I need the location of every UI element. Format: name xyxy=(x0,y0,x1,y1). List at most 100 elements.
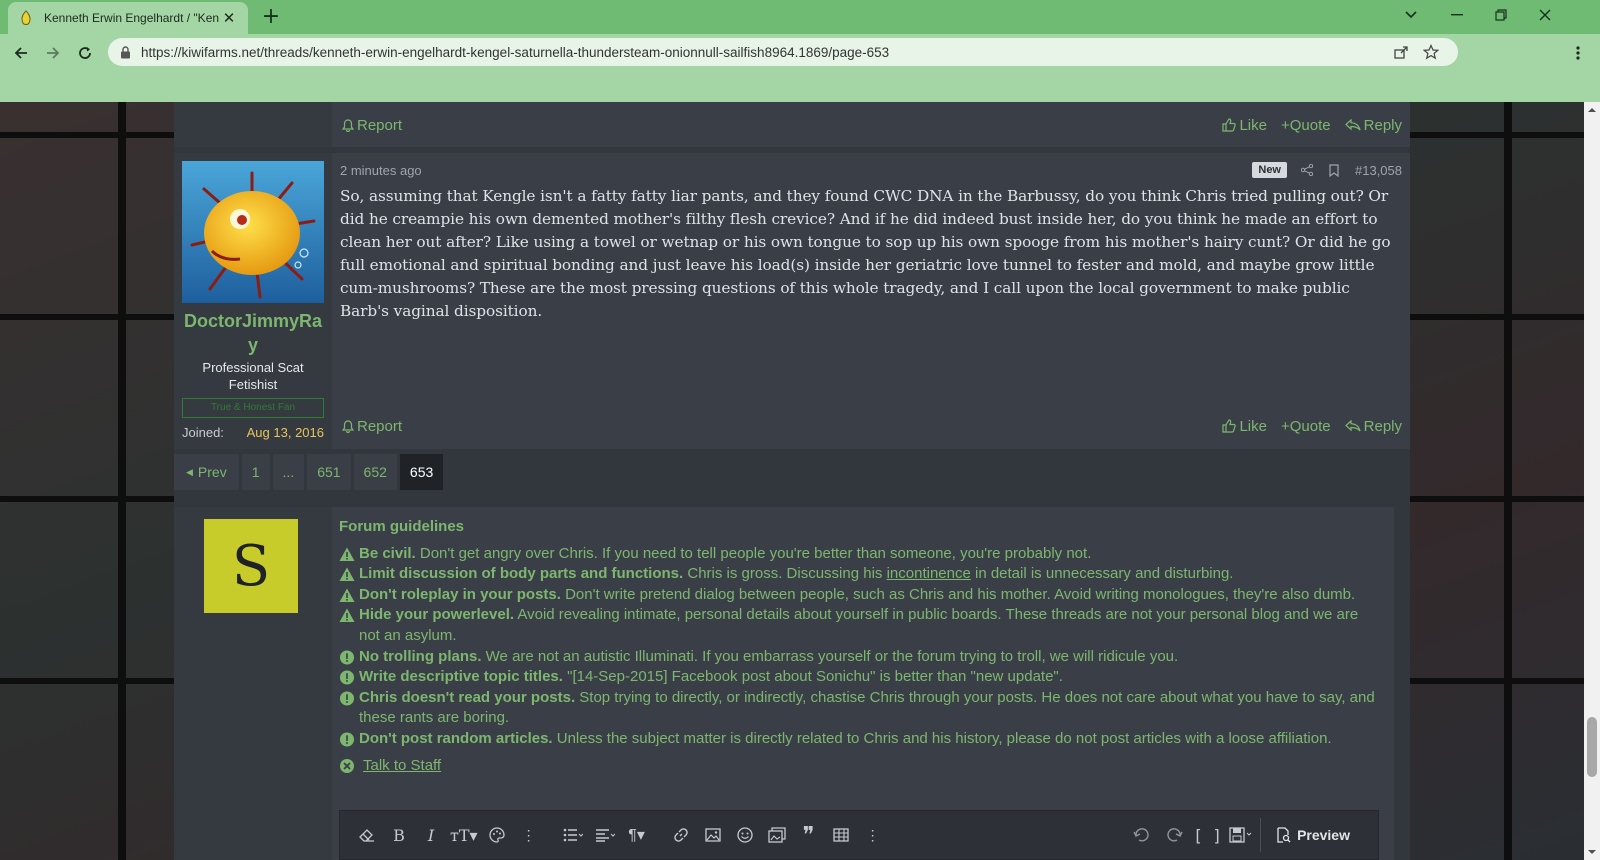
tab-search-icon[interactable] xyxy=(1388,0,1434,30)
rule-text: Unless the subject matter is directly re… xyxy=(552,729,1332,747)
address-bar[interactable]: https://kiwifarms.net/threads/kenneth-er… xyxy=(108,38,1458,66)
page-ellipsis[interactable]: ... xyxy=(272,454,305,490)
info-icon xyxy=(339,650,355,665)
bell-icon xyxy=(342,419,354,433)
browser-tab[interactable]: Kenneth Erwin Engelhardt / "Ken ✕ xyxy=(8,2,248,34)
link-icon[interactable] xyxy=(668,820,694,850)
joined-date: Aug 13, 2016 xyxy=(246,425,324,440)
previous-post-body: Report Like + Quote Reply xyxy=(332,102,1410,147)
palette-icon[interactable] xyxy=(484,820,510,850)
scroll-thumb[interactable] xyxy=(1587,717,1597,777)
caret-left-icon: ◀ xyxy=(186,466,193,477)
joined-label: Joined: xyxy=(182,425,224,440)
post-meta: 2 minutes ago New #13,058 xyxy=(340,159,1402,181)
align-icon[interactable] xyxy=(592,820,618,850)
list-icon[interactable] xyxy=(560,820,586,850)
media-icon[interactable] xyxy=(764,820,790,850)
share-page-icon[interactable] xyxy=(1386,44,1416,60)
cancel-circle-icon xyxy=(340,758,354,773)
report-button[interactable]: Report xyxy=(342,117,402,134)
quote-button[interactable]: + Quote xyxy=(1281,418,1331,435)
info-icon xyxy=(339,732,355,747)
current-user-avatar[interactable]: S xyxy=(204,519,298,613)
preview-doc-icon xyxy=(1277,827,1291,843)
more-options-icon[interactable]: ⋮ xyxy=(516,820,542,850)
plus-icon: + xyxy=(1281,417,1290,435)
new-tab-button[interactable]: + xyxy=(258,4,284,30)
close-window-button[interactable] xyxy=(1522,0,1568,30)
joined-row: Joined: Aug 13, 2016 xyxy=(182,425,324,440)
rule-text: in detail is unnecessary and disturbing. xyxy=(970,565,1234,583)
tab-close-icon[interactable]: ✕ xyxy=(220,9,238,27)
page-link[interactable]: 652 xyxy=(353,454,397,490)
italic-icon[interactable]: I xyxy=(418,820,444,850)
talk-to-staff-link[interactable]: Talk to Staff xyxy=(339,756,1382,777)
minimize-button[interactable] xyxy=(1434,0,1480,30)
emoji-icon[interactable] xyxy=(732,820,758,850)
user-title: Professional Scat Fetishist xyxy=(202,360,304,392)
lock-icon[interactable] xyxy=(120,45,131,59)
back-arrow-icon[interactable] xyxy=(8,40,34,66)
paragraph-icon[interactable]: ¶▾ xyxy=(624,820,650,850)
table-icon[interactable] xyxy=(828,820,854,850)
rule-heading: Don't post random articles. xyxy=(359,729,553,747)
undo-icon[interactable] xyxy=(1129,820,1155,850)
like-label: Like xyxy=(1239,116,1267,134)
url-text[interactable]: https://kiwifarms.net/threads/kenneth-er… xyxy=(141,45,1386,60)
guidelines-title: Forum guidelines xyxy=(339,518,465,535)
warning-icon xyxy=(339,608,355,623)
forward-arrow-icon[interactable] xyxy=(40,40,66,66)
like-button[interactable]: Like xyxy=(1222,418,1267,435)
reply-button[interactable]: Reply xyxy=(1344,418,1402,435)
info-icon xyxy=(339,691,355,706)
prev-label: Prev xyxy=(197,464,227,480)
post-message: So, assuming that Kengle isn't a fatty f… xyxy=(340,187,1391,320)
warning-icon xyxy=(339,588,355,602)
current-page[interactable]: 653 xyxy=(399,454,444,490)
reply-button[interactable]: Reply xyxy=(1344,116,1402,134)
page-viewport: Report Like + Quote Reply DoctorJimmyRay… xyxy=(0,102,1584,860)
talk-to-staff-label: Talk to Staff xyxy=(363,756,442,774)
reload-icon[interactable] xyxy=(72,40,98,66)
page-link[interactable]: 651 xyxy=(307,454,351,490)
rule-text: Don't write pretend dialog between peopl… xyxy=(560,585,1356,603)
username[interactable]: DoctorJimmyRay xyxy=(174,309,332,357)
previous-post: Report Like + Quote Reply xyxy=(174,102,1410,147)
text-size-icon[interactable]: тT▾ xyxy=(450,820,478,850)
rule-heading: Chris doesn't read your posts. xyxy=(359,688,576,706)
redo-icon[interactable] xyxy=(1161,820,1187,850)
post-time[interactable]: 2 minutes ago xyxy=(340,163,422,178)
restore-button[interactable] xyxy=(1478,0,1524,30)
prev-page-button[interactable]: ◀ Prev xyxy=(174,454,239,490)
page-scrollbar[interactable] xyxy=(1584,102,1600,860)
share-icon[interactable] xyxy=(1301,164,1313,176)
rule-text: Don't get angry over Chris. If you need … xyxy=(415,544,1092,562)
rule-text: We are not an autistic Illuminati. If yo… xyxy=(481,647,1179,665)
preview-button[interactable]: Preview xyxy=(1260,818,1364,852)
user-avatar[interactable] xyxy=(182,161,324,303)
guideline-rule: Hide your powerlevel. Avoid revealing in… xyxy=(339,605,1382,646)
image-icon[interactable] xyxy=(700,820,726,850)
page-link[interactable]: 1 xyxy=(241,454,270,490)
like-button[interactable]: Like xyxy=(1222,117,1267,134)
post-number[interactable]: #13,058 xyxy=(1355,163,1402,178)
eraser-icon[interactable] xyxy=(354,820,380,850)
incontinence-link[interactable]: incontinence xyxy=(887,565,971,582)
quote-button[interactable]: + Quote xyxy=(1281,117,1331,134)
bold-icon[interactable]: B xyxy=(386,820,412,850)
browser-menu-icon[interactable] xyxy=(1568,42,1588,64)
more-options-icon[interactable]: ⋮ xyxy=(860,820,886,850)
bbcode-toggle-icon[interactable]: [ ] xyxy=(1193,820,1222,850)
quote-icon[interactable]: ❞ xyxy=(796,820,822,850)
preview-label: Preview xyxy=(1297,827,1350,843)
rule-heading: Be civil. xyxy=(359,544,416,562)
thumbs-up-icon xyxy=(1222,118,1237,132)
bookmark-icon[interactable] xyxy=(1329,163,1339,177)
reply-arrow-icon xyxy=(1344,420,1361,432)
drafts-icon[interactable] xyxy=(1228,820,1254,850)
post-actions: Report Like + Quote Reply xyxy=(332,411,1410,441)
report-button[interactable]: Report xyxy=(342,418,402,435)
scroll-down-icon xyxy=(1588,850,1596,854)
bookmark-star-icon[interactable] xyxy=(1416,44,1446,60)
reply-label: Reply xyxy=(1363,116,1402,134)
